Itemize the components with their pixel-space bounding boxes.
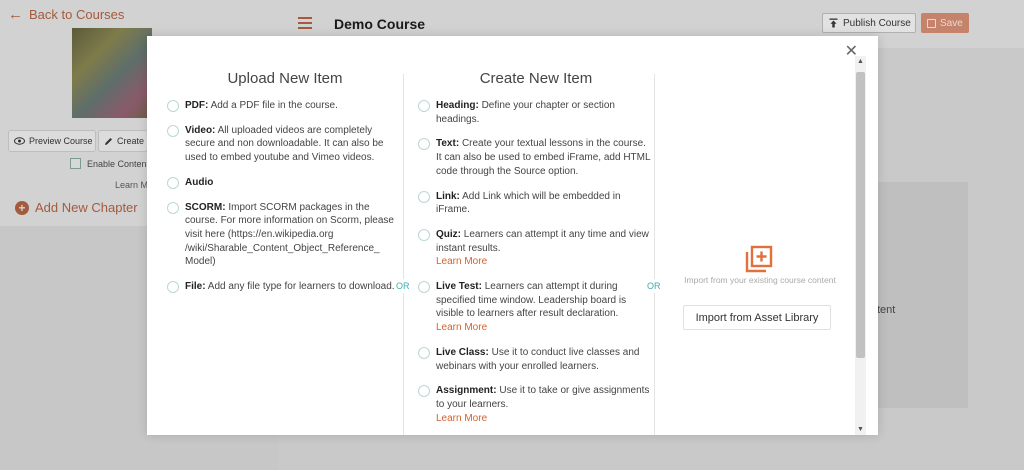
arrow-left-icon: ← [8, 6, 23, 23]
column-divider [403, 74, 404, 435]
create-column: Create New Item Heading: Define your cha… [418, 36, 654, 435]
radio-button[interactable] [418, 138, 430, 151]
radio-button[interactable] [418, 281, 430, 294]
preview-course-button[interactable]: Preview Course [8, 130, 96, 152]
publish-course-button[interactable]: Publish Course [822, 13, 916, 33]
scroll-up-icon[interactable]: ▲ [857, 58, 864, 65]
option-label: Link: [436, 190, 460, 202]
enable-content-checkbox[interactable] [70, 158, 81, 169]
hamburger-menu-icon[interactable] [298, 17, 312, 29]
upload-icon [829, 18, 838, 28]
option-label: SCORM: [185, 201, 226, 213]
create-option-assignment[interactable]: Assignment: Use it to take or give assig… [418, 384, 654, 425]
radio-button[interactable] [418, 346, 430, 359]
option-label: Assignment: [436, 385, 497, 397]
back-to-courses-link[interactable]: ← Back to Courses [8, 7, 124, 22]
pencil-icon [105, 137, 112, 145]
radio-button[interactable] [418, 190, 430, 203]
enable-content-toggle[interactable]: Enable Conten [70, 158, 147, 169]
upload-title: Upload New Item [227, 70, 343, 87]
add-new-chapter-button[interactable]: + Add New Chapter [15, 200, 138, 215]
option-desc: Add Link which will be embedded in iFram… [436, 190, 621, 216]
modal-scrollbar[interactable]: ▲ ▼ [855, 56, 866, 435]
upload-option-file[interactable]: File: Add any file type for learners to … [167, 280, 403, 294]
create-title: Create New Item [479, 70, 593, 87]
option-label: Audio [185, 176, 214, 188]
import-from-asset-library-button[interactable]: Import from Asset Library [683, 305, 831, 330]
option-desc: Create your textual lessons in the cours… [436, 138, 651, 177]
create-option-live-class[interactable]: Live Class: Use it to conduct live class… [418, 346, 654, 373]
content-text-fragment: tent [877, 304, 896, 316]
radio-button[interactable] [167, 124, 179, 137]
radio-button[interactable] [167, 201, 179, 214]
save-label: Save [940, 17, 963, 29]
course-thumbnail [72, 28, 152, 118]
radio-button[interactable] [167, 176, 179, 189]
column-divider [654, 74, 655, 435]
add-item-modal: ✕ Upload New Item PDF: Add a PDF file in… [147, 36, 878, 435]
learn-more-link[interactable]: Learn More [436, 255, 654, 269]
upload-column: Upload New Item PDF: Add a PDF file in t… [167, 36, 403, 435]
save-icon [927, 18, 936, 28]
scrollbar-thumb[interactable] [856, 72, 865, 358]
save-button[interactable]: Save [921, 13, 969, 33]
course-title: Demo Course [334, 16, 426, 32]
add-new-chapter-label: Add New Chapter [35, 200, 138, 215]
create-option-link[interactable]: Link: Add Link which will be embedded in… [418, 190, 654, 217]
eye-icon [14, 137, 25, 145]
upload-option-scorm[interactable]: SCORM: Import SCORM packages in the cour… [167, 201, 403, 270]
option-label: Heading: [436, 100, 479, 111]
option-label: Live Test: [436, 281, 482, 293]
radio-button[interactable] [167, 100, 179, 112]
option-desc: All uploaded videos are completely secur… [185, 124, 384, 164]
import-column: Import from your existing course content… [670, 36, 850, 435]
learn-more-link[interactable]: Learn More [436, 412, 654, 426]
upload-option-audio[interactable]: Audio [167, 176, 403, 190]
radio-button[interactable] [418, 385, 430, 398]
option-desc: Add a PDF file in the course. [210, 100, 338, 111]
import-subtitle: Import from your existing course content [684, 275, 836, 285]
upload-option-video[interactable]: Video: All uploaded videos are completel… [167, 124, 403, 165]
create-option-quiz[interactable]: Quiz: Learners can attempt it any time a… [418, 228, 654, 269]
option-label: File: [185, 281, 206, 293]
or-separator: OR [396, 279, 410, 293]
publish-course-label: Publish Course [843, 17, 911, 29]
learn-more-link[interactable]: Learn More [436, 321, 654, 335]
or-separator: OR [647, 279, 661, 293]
plus-circle-icon: + [15, 200, 29, 215]
option-label: Video: [185, 124, 216, 136]
option-label: PDF: [185, 100, 209, 111]
option-label: Quiz: [436, 228, 461, 240]
preview-course-label: Preview Course [29, 136, 93, 146]
add-library-icon [745, 245, 773, 273]
enable-content-label: Enable Conten [87, 158, 147, 169]
scroll-down-icon[interactable]: ▼ [857, 426, 864, 433]
radio-button[interactable] [167, 281, 179, 294]
create-option-live-test[interactable]: Live Test: Learners can attempt it durin… [418, 280, 654, 335]
create-button[interactable]: Create [98, 130, 148, 152]
upload-option-pdf[interactable]: PDF: Add a PDF file in the course. [167, 99, 403, 113]
option-label: Live Class: [436, 346, 489, 358]
option-desc: Learners can attempt it any time and vie… [436, 228, 649, 254]
option-desc: Add any file type for learners to downlo… [207, 281, 395, 293]
radio-button[interactable] [418, 228, 430, 241]
create-option-text[interactable]: Text: Create your textual lessons in the… [418, 137, 654, 178]
back-to-courses-label: Back to Courses [29, 7, 125, 22]
option-label: Text: [436, 138, 460, 150]
learn-more-fragment[interactable]: Learn M [115, 180, 148, 190]
create-label: Create [117, 136, 145, 146]
radio-button[interactable] [418, 100, 430, 112]
create-option-heading[interactable]: Heading: Define your chapter or section … [418, 99, 654, 126]
